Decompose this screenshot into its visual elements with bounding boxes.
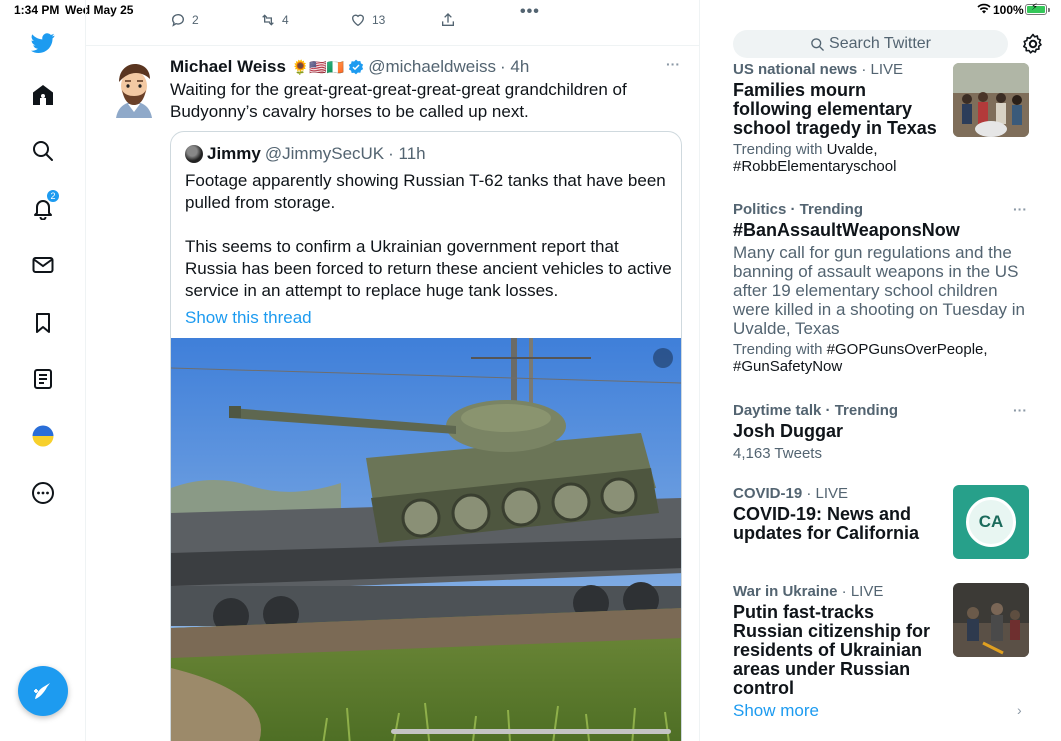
- heart-icon: [351, 14, 365, 27]
- quoted-author-name: Jimmy: [207, 144, 261, 163]
- drag-handle-dots[interactable]: •••: [520, 3, 540, 21]
- quoted-avatar: [185, 145, 203, 163]
- compose-icon: [34, 683, 50, 699]
- trend-category: War in Ukraine: [733, 583, 838, 600]
- previous-tweet-actions: 2 4 13: [170, 12, 530, 28]
- tank-video-thumbnail[interactable]: [171, 338, 681, 741]
- trend-title: Josh Duggar: [733, 421, 844, 441]
- trend-item-josh-duggar[interactable]: Daytime talk · Trending Josh Duggar 4,16…: [733, 402, 1028, 462]
- trend-title: #BanAssaultWeaponsNow: [733, 220, 960, 240]
- settings-gear-icon[interactable]: [1021, 32, 1045, 56]
- chevron-right-icon: ›: [1017, 702, 1022, 718]
- tweet-more-icon[interactable]: ···: [666, 56, 680, 72]
- trend-tweet-count: 4,163 Tweets: [733, 445, 822, 462]
- quoted-tweet-time: · 11h: [388, 144, 426, 163]
- like-button[interactable]: 13: [350, 12, 440, 28]
- ca-badge-text: CA: [966, 497, 1016, 547]
- share-button[interactable]: [440, 12, 530, 28]
- right-sidebar: Search Twitter US national news · LIVE F…: [701, 0, 1061, 741]
- lists-icon[interactable]: [28, 364, 58, 394]
- twitter-logo-icon[interactable]: [28, 28, 58, 58]
- charging-icon: ⚡: [1031, 2, 1039, 13]
- more-icon[interactable]: [28, 478, 58, 508]
- trend-title: Putin fast-tracks Russian citizenship fo…: [733, 602, 931, 698]
- reply-button[interactable]: 2: [170, 12, 260, 28]
- home-icon[interactable]: [28, 80, 58, 110]
- author-handle[interactable]: @michaeldweiss: [368, 57, 496, 77]
- trend-live-tag: · LIVE: [861, 61, 904, 78]
- left-nav: 2: [0, 0, 86, 741]
- quoted-text-paragraph-2: This seems to confirm a Ukrainian govern…: [185, 237, 672, 300]
- timeline: 2 4 13 ••• Michael Weiss 🌻🇺🇸🇮🇪 @michaeld…: [86, 0, 700, 741]
- trend-category: COVID-19: [733, 485, 803, 502]
- search-icon[interactable]: [28, 136, 58, 166]
- quoted-tweet[interactable]: Jimmy @JimmySecUK · 11h Footage apparent…: [170, 131, 682, 741]
- tweet-divider: [86, 45, 699, 46]
- trend-title: COVID-19: News and updates for Californi…: [733, 504, 920, 543]
- trend-description: Many call for gun regulations and the ba…: [733, 243, 1026, 338]
- avatar[interactable]: [106, 60, 162, 120]
- trend-with-label: Trending with: [733, 141, 827, 158]
- author-name[interactable]: Michael Weiss: [170, 57, 286, 77]
- trend-category: Politics · Trending: [733, 201, 864, 218]
- notifications-badge: 2: [46, 189, 60, 203]
- quoted-text-paragraph-1: Footage apparently showing Russian T-62 …: [185, 171, 666, 212]
- compose-button[interactable]: [18, 666, 68, 716]
- media-options-icon[interactable]: [653, 348, 673, 368]
- search-field[interactable]: Search Twitter: [733, 30, 1008, 58]
- trend-more-icon[interactable]: ···: [1013, 201, 1027, 217]
- search-icon: [811, 37, 824, 51]
- author-emojis: 🌻🇺🇸🇮🇪: [291, 58, 345, 75]
- tweet-header: Michael Weiss 🌻🇺🇸🇮🇪 @michaeldweiss · 4h: [170, 57, 529, 77]
- quoted-tweet-header: Jimmy @JimmySecUK · 11h: [185, 144, 426, 164]
- retweet-count: 4: [282, 13, 289, 27]
- tweet-text: Waiting for the great-great-great-great-…: [170, 80, 627, 121]
- notifications-icon[interactable]: 2: [28, 189, 60, 223]
- search-placeholder: Search Twitter: [829, 35, 931, 52]
- verified-icon: [348, 59, 364, 75]
- trend-with-label: Trending with: [733, 341, 827, 358]
- retweet-icon: [262, 14, 274, 26]
- share-icon: [442, 13, 454, 26]
- trend-thumbnail-ukraine: [953, 583, 1029, 657]
- trend-with: Trending with Uvalde, #RobbElementarysch…: [733, 141, 943, 175]
- trend-live-tag: · LIVE: [841, 583, 884, 600]
- like-count: 13: [372, 13, 386, 27]
- trend-title: Families mourn following elementary scho…: [733, 80, 937, 138]
- trend-item-ban-assault-weapons[interactable]: Politics · Trending #BanAssaultWeaponsNo…: [733, 201, 1028, 375]
- trend-live-tag: · LIVE: [806, 485, 849, 502]
- show-more-link[interactable]: Show more: [733, 701, 819, 721]
- bookmark-icon[interactable]: [28, 308, 58, 338]
- trend-with: Trending with #GOPGunsOverPeople, #GunSa…: [733, 341, 1028, 375]
- trend-category: Daytime talk · Trending: [733, 402, 899, 419]
- show-thread-link[interactable]: Show this thread: [185, 308, 312, 328]
- trend-meta: Politics · Trending: [733, 201, 1028, 218]
- trend-thumbnail-covid-badge: CA: [953, 485, 1029, 559]
- mail-icon[interactable]: [28, 250, 58, 280]
- reply-icon: [172, 14, 184, 27]
- home-indicator[interactable]: [391, 729, 671, 734]
- quoted-tweet-text: Footage apparently showing Russian T-62 …: [185, 170, 675, 324]
- trend-category: US national news: [733, 61, 858, 78]
- tweet-time[interactable]: · 4h: [500, 57, 529, 77]
- trend-meta: Daytime talk · Trending: [733, 402, 1028, 419]
- trend-more-icon[interactable]: ···: [1013, 402, 1027, 418]
- retweet-button[interactable]: 4: [260, 12, 350, 28]
- quoted-author-handle: @JimmySecUK: [264, 144, 385, 163]
- ukraine-flag-icon[interactable]: [28, 421, 58, 451]
- reply-count: 2: [192, 13, 199, 27]
- trend-thumbnail-vigil: [953, 63, 1029, 137]
